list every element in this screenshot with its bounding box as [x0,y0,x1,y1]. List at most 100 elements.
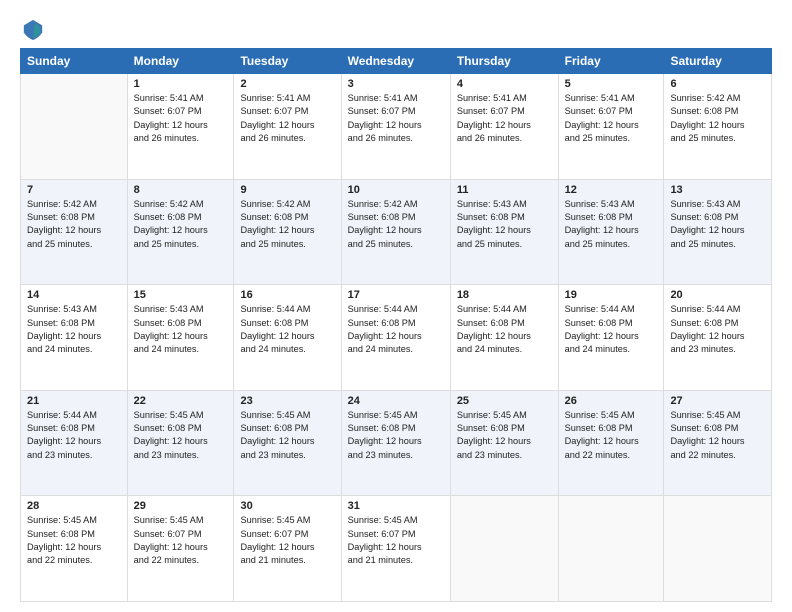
calendar-cell: 21 Sunrise: 5:44 AM Sunset: 6:08 PM Dayli… [21,390,128,496]
day-info: Sunrise: 5:42 AM Sunset: 6:08 PM Dayligh… [134,198,228,251]
day-info: Sunrise: 5:41 AM Sunset: 6:07 PM Dayligh… [240,92,334,145]
day-info: Sunrise: 5:41 AM Sunset: 6:07 PM Dayligh… [348,92,444,145]
calendar-cell: 28Sunrise: 5:45 AM Sunset: 6:08 PM Dayli… [21,496,128,602]
day-number: 8 [134,184,228,196]
day-info: Sunrise: 5:43 AM Sunset: 6:08 PM Dayligh… [565,198,658,251]
weekday-header-thursday: Thursday [450,49,558,74]
day-info: Sunrise: 5:45 AM Sunset: 6:07 PM Dayligh… [134,514,228,567]
calendar-cell: 27 Sunrise: 5:45 AM Sunset: 6:08 PM Dayli… [664,390,772,496]
weekday-header-wednesday: Wednesday [341,49,450,74]
day-info: Sunrise: 5:44 AM Sunset: 6:08 PM Dayligh… [240,303,334,356]
calendar-cell: 25 Sunrise: 5:45 AM Sunset: 6:08 PM Dayli… [450,390,558,496]
day-info: Sunrise: 5:45 AM Sunset: 6:08 PM Dayligh… [348,409,444,462]
calendar-cell: 17Sunrise: 5:44 AM Sunset: 6:08 PM Dayli… [341,285,450,391]
calendar-cell: 15 Sunrise: 5:43 AM Sunset: 6:08 PM Dayli… [127,285,234,391]
week-row-4: 21 Sunrise: 5:44 AM Sunset: 6:08 PM Dayli… [21,390,772,496]
day-number: 12 [565,184,658,196]
day-number: 1 [134,78,228,90]
day-number: 30 [240,500,334,512]
day-number: 10 [348,184,444,196]
weekday-header-sunday: Sunday [21,49,128,74]
day-info: Sunrise: 5:42 AM Sunset: 6:08 PM Dayligh… [240,198,334,251]
weekday-header-saturday: Saturday [664,49,772,74]
calendar-cell [664,496,772,602]
day-info: Sunrise: 5:45 AM Sunset: 6:07 PM Dayligh… [240,514,334,567]
day-number: 24 [348,395,444,407]
day-number: 2 [240,78,334,90]
calendar-cell: 13Sunrise: 5:43 AM Sunset: 6:08 PM Dayli… [664,179,772,285]
logo [20,18,44,40]
day-number: 4 [457,78,552,90]
day-number: 22 [134,395,228,407]
calendar-cell: 6 Sunrise: 5:42 AM Sunset: 6:08 PM Daylig… [664,74,772,180]
day-info: Sunrise: 5:45 AM Sunset: 6:08 PM Dayligh… [457,409,552,462]
calendar-cell: 20 Sunrise: 5:44 AM Sunset: 6:08 PM Dayli… [664,285,772,391]
calendar-cell [21,74,128,180]
calendar-cell: 10 Sunrise: 5:42 AM Sunset: 6:08 PM Dayli… [341,179,450,285]
weekday-header-row: SundayMondayTuesdayWednesdayThursdayFrid… [21,49,772,74]
day-info: Sunrise: 5:45 AM Sunset: 6:08 PM Dayligh… [134,409,228,462]
header [20,18,772,40]
week-row-2: 7 Sunrise: 5:42 AM Sunset: 6:08 PM Daylig… [21,179,772,285]
day-number: 23 [240,395,334,407]
weekday-header-monday: Monday [127,49,234,74]
day-number: 6 [670,78,765,90]
day-number: 27 [670,395,765,407]
week-row-5: 28Sunrise: 5:45 AM Sunset: 6:08 PM Dayli… [21,496,772,602]
day-info: Sunrise: 5:45 AM Sunset: 6:07 PM Dayligh… [348,514,444,567]
day-info: Sunrise: 5:45 AM Sunset: 6:08 PM Dayligh… [670,409,765,462]
calendar-table: SundayMondayTuesdayWednesdayThursdayFrid… [20,48,772,602]
day-info: Sunrise: 5:44 AM Sunset: 6:08 PM Dayligh… [27,409,121,462]
day-info: Sunrise: 5:43 AM Sunset: 6:08 PM Dayligh… [134,303,228,356]
calendar-cell: 1 Sunrise: 5:41 AM Sunset: 6:07 PM Daylig… [127,74,234,180]
calendar-cell: 29 Sunrise: 5:45 AM Sunset: 6:07 PM Dayli… [127,496,234,602]
logo-icon [22,18,44,40]
calendar-cell: 14 Sunrise: 5:43 AM Sunset: 6:08 PM Dayli… [21,285,128,391]
day-number: 9 [240,184,334,196]
day-info: Sunrise: 5:45 AM Sunset: 6:08 PM Dayligh… [27,514,121,567]
day-number: 11 [457,184,552,196]
day-info: Sunrise: 5:42 AM Sunset: 6:08 PM Dayligh… [670,92,765,145]
calendar-cell: 23Sunrise: 5:45 AM Sunset: 6:08 PM Dayli… [234,390,341,496]
day-number: 16 [240,289,334,301]
day-info: Sunrise: 5:44 AM Sunset: 6:08 PM Dayligh… [348,303,444,356]
day-info: Sunrise: 5:44 AM Sunset: 6:08 PM Dayligh… [457,303,552,356]
calendar-cell: 11 Sunrise: 5:43 AM Sunset: 6:08 PM Dayli… [450,179,558,285]
calendar-cell [558,496,664,602]
calendar-cell [450,496,558,602]
day-number: 15 [134,289,228,301]
day-number: 5 [565,78,658,90]
calendar-cell: 30 Sunrise: 5:45 AM Sunset: 6:07 PM Dayli… [234,496,341,602]
day-number: 26 [565,395,658,407]
day-info: Sunrise: 5:41 AM Sunset: 6:07 PM Dayligh… [565,92,658,145]
day-number: 19 [565,289,658,301]
day-number: 18 [457,289,552,301]
day-number: 21 [27,395,121,407]
calendar-cell: 7 Sunrise: 5:42 AM Sunset: 6:08 PM Daylig… [21,179,128,285]
calendar-cell: 3 Sunrise: 5:41 AM Sunset: 6:07 PM Daylig… [341,74,450,180]
day-info: Sunrise: 5:43 AM Sunset: 6:08 PM Dayligh… [457,198,552,251]
calendar-cell: 9 Sunrise: 5:42 AM Sunset: 6:08 PM Daylig… [234,179,341,285]
day-info: Sunrise: 5:44 AM Sunset: 6:08 PM Dayligh… [565,303,658,356]
day-number: 3 [348,78,444,90]
calendar-cell: 5 Sunrise: 5:41 AM Sunset: 6:07 PM Daylig… [558,74,664,180]
day-info: Sunrise: 5:42 AM Sunset: 6:08 PM Dayligh… [27,198,121,251]
calendar-cell: 18 Sunrise: 5:44 AM Sunset: 6:08 PM Dayli… [450,285,558,391]
calendar-cell: 2 Sunrise: 5:41 AM Sunset: 6:07 PM Daylig… [234,74,341,180]
calendar-cell: 26 Sunrise: 5:45 AM Sunset: 6:08 PM Dayli… [558,390,664,496]
calendar-cell: 31Sunrise: 5:45 AM Sunset: 6:07 PM Dayli… [341,496,450,602]
day-number: 7 [27,184,121,196]
day-info: Sunrise: 5:43 AM Sunset: 6:08 PM Dayligh… [27,303,121,356]
day-number: 25 [457,395,552,407]
day-number: 29 [134,500,228,512]
day-info: Sunrise: 5:45 AM Sunset: 6:08 PM Dayligh… [565,409,658,462]
day-info: Sunrise: 5:42 AM Sunset: 6:08 PM Dayligh… [348,198,444,251]
day-info: Sunrise: 5:41 AM Sunset: 6:07 PM Dayligh… [134,92,228,145]
calendar-cell: 4 Sunrise: 5:41 AM Sunset: 6:07 PM Daylig… [450,74,558,180]
day-info: Sunrise: 5:41 AM Sunset: 6:07 PM Dayligh… [457,92,552,145]
week-row-3: 14 Sunrise: 5:43 AM Sunset: 6:08 PM Dayli… [21,285,772,391]
day-info: Sunrise: 5:44 AM Sunset: 6:08 PM Dayligh… [670,303,765,356]
day-number: 14 [27,289,121,301]
day-number: 20 [670,289,765,301]
week-row-1: 1 Sunrise: 5:41 AM Sunset: 6:07 PM Daylig… [21,74,772,180]
